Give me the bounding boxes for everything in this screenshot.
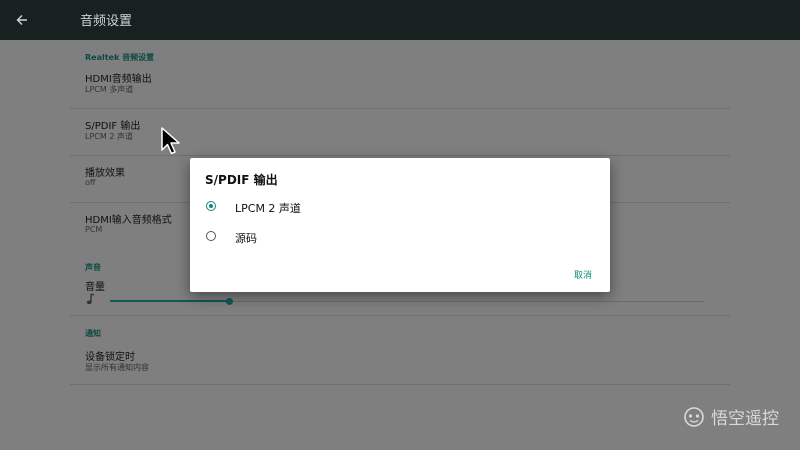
- pref-summary: LPCM 2 声道: [85, 132, 133, 141]
- volume-slider-thumb[interactable]: [226, 298, 233, 305]
- option-label: LPCM 2 声道: [235, 202, 301, 215]
- app-bar: 音频设置: [0, 0, 800, 40]
- cancel-button[interactable]: 取消: [574, 268, 592, 281]
- arrow-left-icon: [16, 15, 27, 25]
- volume-slider-fill: [110, 300, 229, 302]
- monkey-face-icon: [684, 406, 704, 427]
- volume-title: 音量: [85, 282, 105, 293]
- dialog-title: S/PDIF 输出: [205, 173, 278, 187]
- pref-title: S/PDIF 输出: [85, 121, 141, 132]
- option-label: 源码: [235, 232, 257, 245]
- volume-slider-track[interactable]: [110, 298, 705, 305]
- pref-summary: 显示所有通知内容: [85, 363, 149, 372]
- pref-lock-screen-notifications[interactable]: 设备锁定时 显示所有通知内容: [70, 342, 730, 388]
- divider: [70, 384, 730, 385]
- radio-button-checked[interactable]: [206, 201, 216, 211]
- section-header-sound: 声音: [85, 263, 101, 272]
- pref-title: 设备锁定时: [85, 352, 135, 363]
- pref-summary: PCM: [85, 225, 103, 234]
- back-button[interactable]: [8, 6, 36, 34]
- watermark: 悟空遥控: [683, 404, 779, 429]
- option-source-code[interactable]: 源码: [200, 225, 600, 251]
- watermark-text: 悟空遥控: [711, 409, 779, 429]
- option-lpcm-2ch[interactable]: LPCM 2 声道: [200, 195, 600, 221]
- pref-title: HDMI音频输出: [85, 74, 152, 85]
- music-note-icon: [86, 293, 95, 305]
- section-header-notification: 通知: [85, 329, 101, 338]
- pref-title: HDMI输入音频格式: [85, 215, 172, 226]
- divider: [70, 108, 730, 109]
- page-title: 音频设置: [80, 14, 133, 29]
- radio-button-unchecked[interactable]: [206, 231, 216, 241]
- section-header-realtek: Realtek 音频设置: [85, 53, 155, 62]
- mouse-cursor-icon: [161, 127, 180, 155]
- pref-title: 播放效果: [85, 168, 125, 179]
- spdif-output-dialog: S/PDIF 输出 LPCM 2 声道 源码 取消: [190, 158, 610, 292]
- pref-summary: LPCM 多声道: [85, 85, 134, 94]
- pref-summary: off: [85, 178, 96, 187]
- pref-hdmi-audio-output[interactable]: HDMI音频输出 LPCM 多声道: [70, 64, 730, 110]
- divider: [70, 315, 730, 316]
